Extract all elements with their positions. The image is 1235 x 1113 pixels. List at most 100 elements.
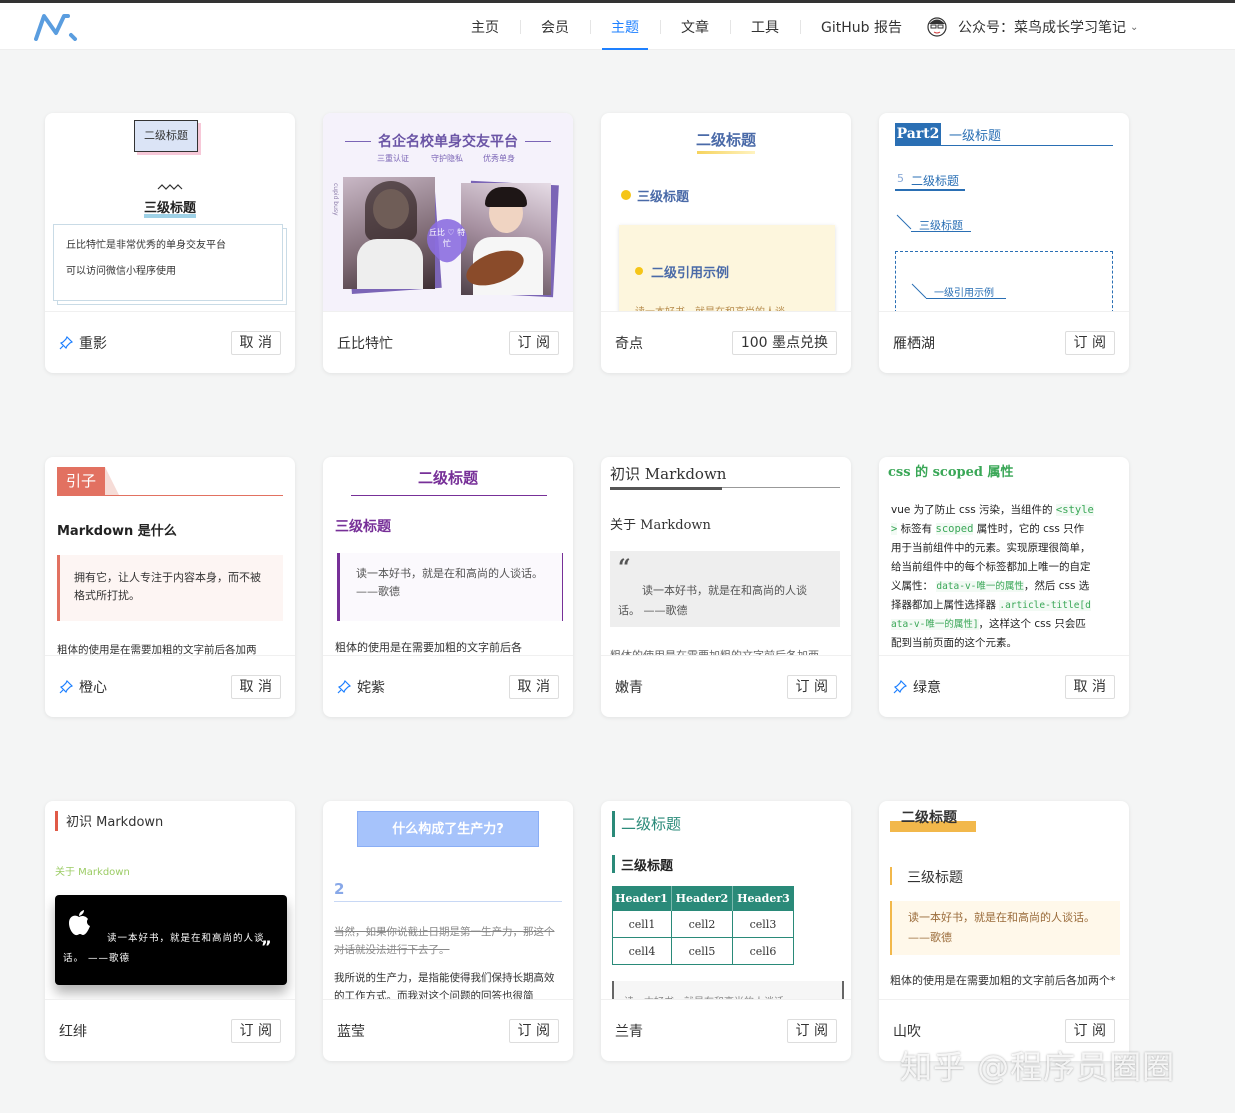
theme-card-lanqing[interactable]: 二级标题 三级标题 Header1 Header2 Header3 cell1 … — [601, 801, 851, 1061]
subscribe-button[interactable]: 订 阅 — [786, 675, 837, 699]
quote-icon: ” — [261, 937, 272, 956]
card-footer: 兰青 订 阅 — [601, 1001, 851, 1061]
unsubscribe-button[interactable]: 取 消 — [230, 675, 281, 699]
h3-text: 三级标题 — [143, 201, 196, 216]
h2-number: 5 — [897, 172, 904, 185]
pin-icon — [893, 680, 907, 694]
part-badge: Part2 — [895, 123, 941, 145]
strikethrough-text: 当然，如果你说截止日期是第一生产力，那这个对话就没法进行下去了。 — [334, 926, 555, 956]
side-text: cupid busy — [332, 183, 339, 216]
theme-name: 雁栖湖 — [893, 336, 935, 352]
logo-icon[interactable] — [34, 13, 80, 41]
quote-block: 读一本好书，就是在和高尚的人谈话。 ——歌德 — [337, 553, 563, 621]
redeem-button[interactable]: 100 墨点兑换 — [731, 331, 837, 355]
subscribe-button[interactable]: 订 阅 — [786, 1019, 837, 1043]
main-nav: 主页 会员 主题 文章 工具 GitHub 报告 — [450, 3, 923, 50]
card-footer: 红绯 订 阅 — [45, 1001, 295, 1061]
theme-card-chazi[interactable]: 二级标题 三级标题 读一本好书，就是在和高尚的人谈话。 ——歌德 粗体的使用是在… — [323, 457, 573, 717]
theme-card-qidian[interactable]: 二级标题 三级标题 二级引用示例 读一本好书，就是在和高尚的人谈 奇点 100 … — [601, 113, 851, 373]
theme-preview: 二级标题 三级标题 读一本好书，就是在和高尚的人谈话。 ——歌德 粗体的使用是在… — [323, 457, 573, 656]
data-table: Header1 Header2 Header3 cell1 cell2 cell… — [612, 886, 794, 965]
theme-name: 橙心 — [79, 680, 107, 696]
theme-preview: 引子 Markdown 是什么 拥有它，让人专注于内容本身，而不被格式所打扰。 … — [45, 457, 295, 656]
theme-name: 绿意 — [913, 680, 941, 696]
h2-text: css 的 scoped 属性 — [888, 465, 1014, 480]
h2-text: 二级标题 — [901, 810, 957, 826]
top-header: 主页 会员 主题 文章 工具 GitHub 报告 公众号：菜鸟成长学习笔记 ⌄ — [0, 3, 1235, 50]
account-menu[interactable]: 公众号：菜鸟成长学习笔记 ⌄ — [926, 13, 1138, 41]
nav-item-home[interactable]: 主页 — [450, 3, 520, 50]
theme-preview: 二级标题 三级标题 Header1 Header2 Header3 cell1 … — [601, 801, 851, 1000]
theme-card-nenqing[interactable]: 初识 Markdown 关于 Markdown “ 读一本好书，就是在和高尚的人… — [601, 457, 851, 717]
theme-card-lvyi[interactable]: css 的 scoped 属性 vue 为了防止 css 污染，当组件的 <st… — [879, 457, 1129, 717]
quote-block: 读一本好书，就是在和高尚的人谈话。 ——歌德 ” — [55, 895, 287, 985]
theme-card-yanqihu[interactable]: Part2 一级标题 5 二级标题 三级标题 一级引用示例 雁栖湖 订 阅 — [879, 113, 1129, 373]
unsubscribe-button[interactable]: 取 消 — [230, 331, 281, 355]
h3-text: 三级标题 — [907, 870, 963, 886]
theme-preview: Part2 一级标题 5 二级标题 三级标题 一级引用示例 — [879, 113, 1129, 312]
h2-text: 二级标题 — [621, 815, 682, 833]
theme-preview: 二级标题 三级标题 读一本好书，就是在和高尚的人谈话。 ——歌德 粗体的使用是在… — [879, 801, 1129, 1000]
theme-name: 蓝莹 — [337, 1024, 365, 1040]
wave-icon — [157, 184, 183, 190]
quote-block: 一级引用示例 — [895, 251, 1113, 311]
theme-name: 奇点 — [615, 336, 643, 352]
promo-sub: 守护隐私 — [431, 154, 463, 163]
theme-name: 丘比特忙 — [337, 336, 393, 352]
table-row: cell4 cell5 cell6 — [612, 938, 794, 965]
subscribe-button[interactable]: 订 阅 — [230, 1019, 281, 1043]
tag-label: 引子 — [57, 467, 105, 495]
unsubscribe-button[interactable]: 取 消 — [508, 675, 559, 699]
nav-item-tools[interactable]: 工具 — [730, 3, 800, 50]
subscribe-button[interactable]: 订 阅 — [1064, 331, 1115, 355]
h1-text: 初识 Markdown — [66, 815, 164, 830]
h2-text: 关于 Markdown — [55, 867, 130, 878]
unsubscribe-button[interactable]: 取 消 — [1064, 675, 1115, 699]
h1-text: 一级标题 — [949, 129, 1002, 144]
quote-block: “ 读一本好书，就是在和高尚的人谈话。 ——歌德 — [610, 551, 840, 627]
theme-preview: 二级标题 三级标题 丘比特忙是非常优秀的单身交友平台 可以访问微信小程序使用 — [45, 113, 295, 312]
pin-icon — [59, 336, 73, 350]
theme-name: 兰青 — [615, 1024, 643, 1040]
nav-item-articles[interactable]: 文章 — [660, 3, 730, 50]
pin-icon — [337, 680, 351, 694]
h2-text: Markdown 是什么 — [57, 524, 177, 539]
h2-text: 关于 Markdown — [610, 518, 711, 533]
theme-card-shanchui[interactable]: 二级标题 三级标题 读一本好书，就是在和高尚的人谈话。 ——歌德 粗体的使用是在… — [879, 801, 1129, 1061]
theme-card-qiubitemang[interactable]: 名企名校单身交友平台 三重认证 守护隐私 优秀单身 丘比 ♡ 特忙 cupid … — [323, 113, 573, 373]
theme-card-lanying[interactable]: 什么构成了生产力? 2 当然，如果你说截止日期是第一生产力，那这个对话就没法进行… — [323, 801, 573, 1061]
table-row: cell1 cell2 cell3 — [612, 911, 794, 938]
chevron-down-icon: ⌄ — [1130, 21, 1139, 33]
quote-block: 二级引用示例 读一本好书，就是在和高尚的人谈 — [619, 225, 835, 311]
h1-text: 初识 Markdown — [610, 465, 727, 483]
h1-text: 什么构成了生产力? — [357, 811, 539, 847]
promo-sub: 三重认证 — [377, 154, 409, 163]
nav-item-membership[interactable]: 会员 — [520, 3, 590, 50]
nav-item-themes[interactable]: 主题 — [590, 3, 660, 50]
promo-title: 名企名校单身交友平台 — [378, 134, 518, 150]
h2-text: 二级标题 — [417, 469, 478, 487]
account-label: 公众号：菜鸟成长学习笔记 — [958, 20, 1126, 36]
quote-block: 拥有它，让人专注于内容本身，而不被格式所打扰。 — [57, 555, 283, 621]
theme-card-hongfei[interactable]: 初识 Markdown 关于 Markdown 读一本好书，就是在和高尚的人谈话… — [45, 801, 295, 1061]
subscribe-button[interactable]: 订 阅 — [508, 1019, 559, 1043]
promo-sub: 优秀单身 — [483, 154, 515, 163]
h3-text: 三级标题 — [621, 859, 674, 874]
subscribe-button[interactable]: 订 阅 — [508, 331, 559, 355]
body-text: 粗体的使用是在需要加粗的文字前后各 — [335, 641, 522, 654]
h2-text: 二级标题 — [695, 131, 756, 149]
card-footer: 橙心 取 消 — [45, 657, 295, 717]
theme-card-chongying[interactable]: 二级标题 三级标题 丘比特忙是非常优秀的单身交友平台 可以访问微信小程序使用 重… — [45, 113, 295, 373]
nav-item-github-report[interactable]: GitHub 报告 — [800, 3, 923, 50]
quote-block: 丘比特忙是非常优秀的单身交友平台 可以访问微信小程序使用 — [53, 224, 283, 301]
theme-name: 红绯 — [59, 1024, 87, 1040]
card-footer: 绿意 取 消 — [879, 657, 1129, 717]
h3-text: 三级标题 — [335, 519, 391, 535]
slash-decoration — [896, 214, 912, 230]
heart-logo: 丘比 ♡ 特忙 — [428, 228, 466, 248]
theme-preview: css 的 scoped 属性 vue 为了防止 css 污染，当组件的 <st… — [879, 457, 1129, 656]
body-text: 粗体的使用是在需要加粗的文字前后各加两 — [57, 644, 257, 656]
card-footer: 嫩青 订 阅 — [601, 657, 851, 717]
subscribe-button[interactable]: 订 阅 — [1064, 1019, 1115, 1043]
theme-card-chengxin[interactable]: 引子 Markdown 是什么 拥有它，让人专注于内容本身，而不被格式所打扰。 … — [45, 457, 295, 717]
